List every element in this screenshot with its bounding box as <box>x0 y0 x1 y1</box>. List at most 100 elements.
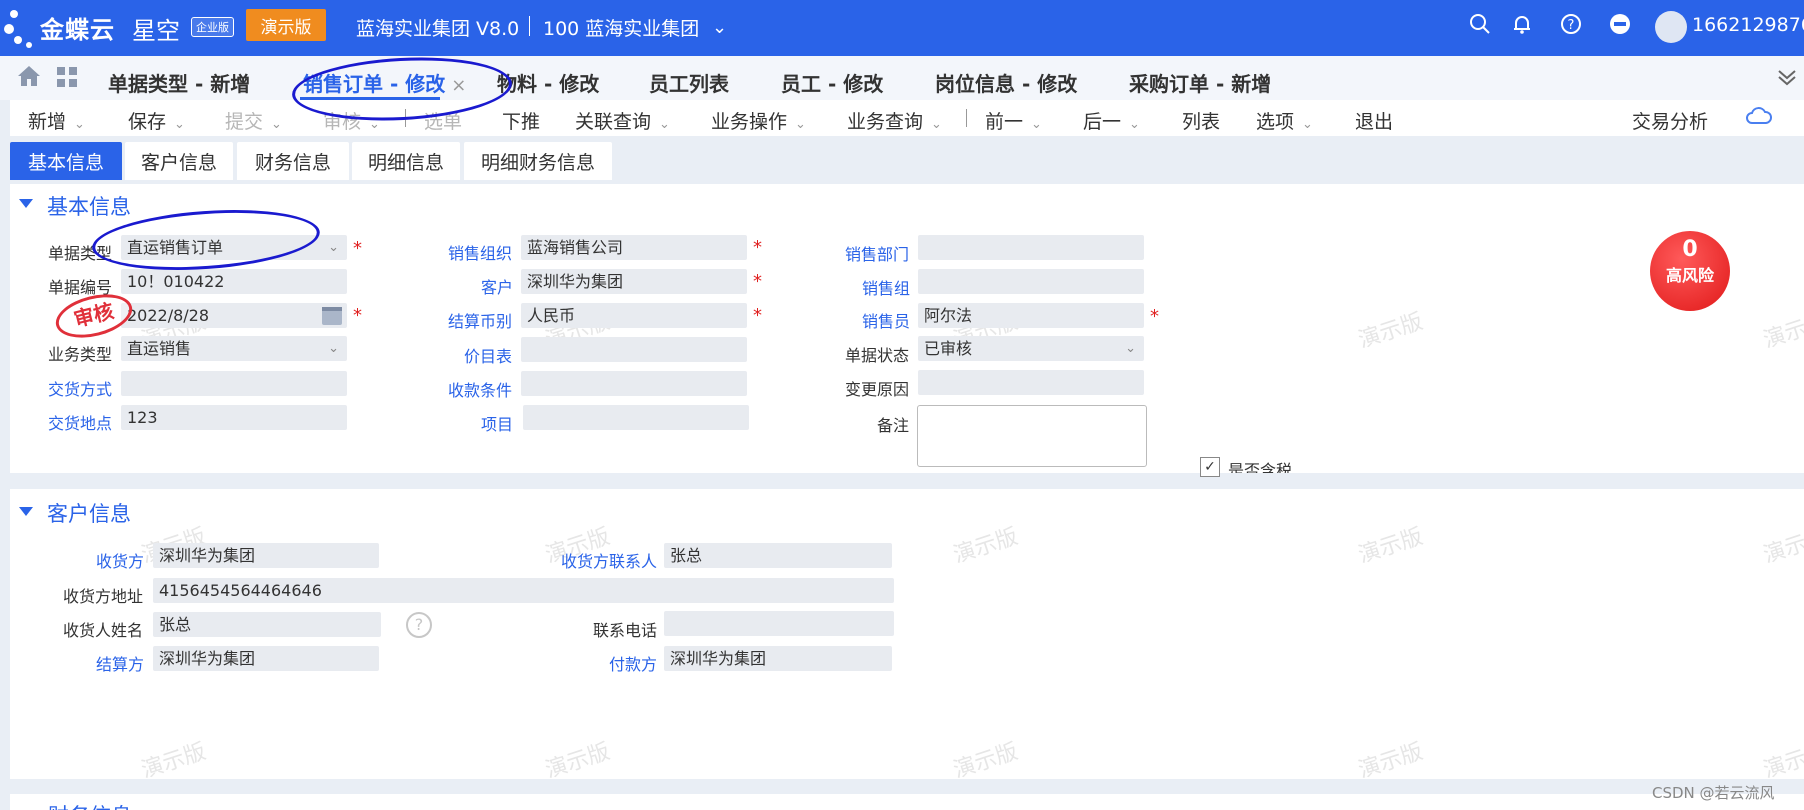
project-field[interactable] <box>523 405 749 430</box>
payer-field[interactable]: 深圳华为集团 <box>664 646 892 671</box>
chevron-down-icon[interactable]: ⌄ <box>271 117 282 132</box>
chevron-down-icon[interactable]: ⌄ <box>659 117 670 132</box>
status-select[interactable]: 已审核 ⌄ <box>918 336 1144 361</box>
calendar-icon[interactable] <box>322 307 342 325</box>
chevron-down-icon[interactable]: ⌄ <box>795 117 806 132</box>
tab-bill-type-new[interactable]: 单据类型 - 新增 <box>108 68 250 97</box>
tax-included-checkbox[interactable]: ✓ <box>1200 457 1220 477</box>
phone-field[interactable] <box>664 611 894 636</box>
more-icon[interactable] <box>1606 12 1634 40</box>
chevron-down-icon[interactable]: ⌄ <box>174 117 185 132</box>
currency-field[interactable]: 人民币 <box>521 303 747 328</box>
chevron-down-icon[interactable]: ⌄ <box>74 117 85 132</box>
settle-party-field[interactable]: 深圳华为集团 <box>153 646 379 671</box>
receiver-contact-label[interactable]: 收货方联系人 <box>561 548 657 572</box>
delivery-method-label[interactable]: 交货方式 <box>48 376 112 400</box>
sale-group-label[interactable]: 销售组 <box>862 275 910 299</box>
date-field[interactable]: 2022/8/28 <box>121 303 347 328</box>
org-divider <box>529 16 530 36</box>
customer-label[interactable]: 客户 <box>481 274 513 298</box>
options-button[interactable]: 选项 ⌄ <box>1256 107 1313 134</box>
next-button[interactable]: 后一 ⌄ <box>1083 107 1140 134</box>
user-name[interactable]: 1662129876 <box>1692 14 1804 36</box>
help-icon[interactable]: ? <box>1557 12 1585 40</box>
chevron-down-icon[interactable]: ⌄ <box>712 17 727 38</box>
sale-group-field[interactable] <box>918 269 1144 294</box>
collapse-triangle-icon[interactable] <box>19 507 33 516</box>
toolbar: 新增 ⌄ 保存 ⌄ 提交 ⌄ 审核 ⌄ 选单 下推 关联查询 ⌄ 业务操作 ⌄ 业务查询 ⌄ … <box>10 100 1804 136</box>
trade-analysis-button[interactable]: 交易分析 <box>1632 107 1708 134</box>
subtab-finance-info[interactable]: 财务信息 <box>237 142 349 180</box>
push-down-button[interactable]: 下推 <box>502 107 540 134</box>
settle-party-label[interactable]: 结算方 <box>96 651 144 675</box>
subtab-detail-finance-info[interactable]: 明细财务信息 <box>464 142 612 180</box>
bill-no-field[interactable]: 10！010422 <box>121 269 347 294</box>
cloud-icon[interactable] <box>1745 106 1773 131</box>
collapse-triangle-icon[interactable] <box>19 199 33 208</box>
tab-material-edit[interactable]: 物料 - 修改 <box>497 68 599 97</box>
submit-button[interactable]: 提交 ⌄ <box>225 107 282 134</box>
payment-terms-field[interactable] <box>521 371 747 396</box>
delivery-method-field[interactable] <box>121 371 347 396</box>
salesman-label[interactable]: 销售员 <box>862 308 910 332</box>
biz-type-select[interactable]: 直运销售 ⌄ <box>121 336 347 361</box>
payment-terms-label[interactable]: 收款条件 <box>448 377 512 401</box>
sale-dept-label[interactable]: 销售部门 <box>845 241 909 265</box>
chevron-down-icon[interactable]: ⌄ <box>931 117 942 132</box>
biz-operation-button[interactable]: 业务操作 ⌄ <box>711 107 806 134</box>
list-button[interactable]: 列表 <box>1182 107 1220 134</box>
chevron-down-icon[interactable]: ⌄ <box>1125 336 1136 361</box>
chevron-double-down-icon[interactable] <box>1776 66 1798 94</box>
subtab-customer-info[interactable]: 客户信息 <box>125 142 233 180</box>
sale-org-label[interactable]: 销售组织 <box>448 240 512 264</box>
exit-button[interactable]: 退出 <box>1355 107 1393 134</box>
receiver-name-field[interactable]: 张总 <box>153 612 381 637</box>
new-button[interactable]: 新增 ⌄ <box>28 107 85 134</box>
salesman-field[interactable]: 阿尔法 <box>918 303 1144 328</box>
chevron-down-icon[interactable]: ⌄ <box>1031 117 1042 132</box>
customer-field[interactable]: 深圳华为集团 <box>521 269 747 294</box>
biz-query-button[interactable]: 业务查询 ⌄ <box>847 107 942 134</box>
org-unit[interactable]: 100 蓝海实业集团 <box>543 14 699 41</box>
chevron-down-icon[interactable]: ⌄ <box>328 336 339 361</box>
apps-icon[interactable] <box>56 66 78 88</box>
risk-badge[interactable]: 0 高风险 <box>1650 231 1730 311</box>
payer-label[interactable]: 付款方 <box>609 651 657 675</box>
demo-button[interactable]: 演示版 <box>246 9 326 41</box>
tab-position-edit[interactable]: 岗位信息 - 修改 <box>935 68 1077 97</box>
chevron-down-icon[interactable]: ⌄ <box>328 235 339 260</box>
bell-icon[interactable] <box>1508 12 1536 40</box>
delivery-place-label[interactable]: 交货地点 <box>48 410 112 434</box>
home-icon[interactable] <box>16 64 42 88</box>
tab-purchase-order-new[interactable]: 采购订单 - 新增 <box>1129 68 1271 97</box>
org-name[interactable]: 蓝海实业集团 V8.0 <box>356 14 519 41</box>
price-list-field[interactable] <box>521 337 747 362</box>
chevron-down-icon[interactable]: ⌄ <box>1129 117 1140 132</box>
remark-textarea[interactable] <box>917 405 1147 467</box>
help-icon[interactable]: ? <box>406 612 432 638</box>
prev-label: 前一 <box>985 111 1024 133</box>
receiver-address-field[interactable]: 4156454564464646 <box>153 578 894 603</box>
save-button[interactable]: 保存 ⌄ <box>128 107 185 134</box>
search-icon[interactable] <box>1466 12 1494 40</box>
phone-label: 联系电话 <box>593 621 658 640</box>
project-label[interactable]: 项目 <box>481 411 513 435</box>
chevron-down-icon[interactable]: ⌄ <box>1302 117 1313 132</box>
receiver-contact-field[interactable]: 张总 <box>664 543 892 568</box>
prev-button[interactable]: 前一 ⌄ <box>985 107 1042 134</box>
tab-employee-edit[interactable]: 员工 - 修改 <box>781 68 883 97</box>
sale-org-field[interactable]: 蓝海销售公司 <box>521 235 747 260</box>
subtab-detail-info[interactable]: 明细信息 <box>352 142 460 180</box>
subtab-basic-info[interactable]: 基本信息 <box>10 142 122 180</box>
receiver-field[interactable]: 深圳华为集团 <box>153 543 379 568</box>
link-query-button[interactable]: 关联查询 ⌄ <box>575 107 670 134</box>
required-mark: * <box>753 305 762 326</box>
tab-employee-list[interactable]: 员工列表 <box>649 68 729 97</box>
change-reason-field[interactable] <box>918 370 1144 395</box>
delivery-place-field[interactable]: 123 <box>121 405 347 430</box>
receiver-label[interactable]: 收货方 <box>96 548 144 572</box>
currency-label[interactable]: 结算币别 <box>448 308 512 332</box>
price-list-label[interactable]: 价目表 <box>464 343 512 367</box>
avatar[interactable] <box>1655 11 1687 43</box>
sale-dept-field[interactable] <box>918 235 1144 260</box>
